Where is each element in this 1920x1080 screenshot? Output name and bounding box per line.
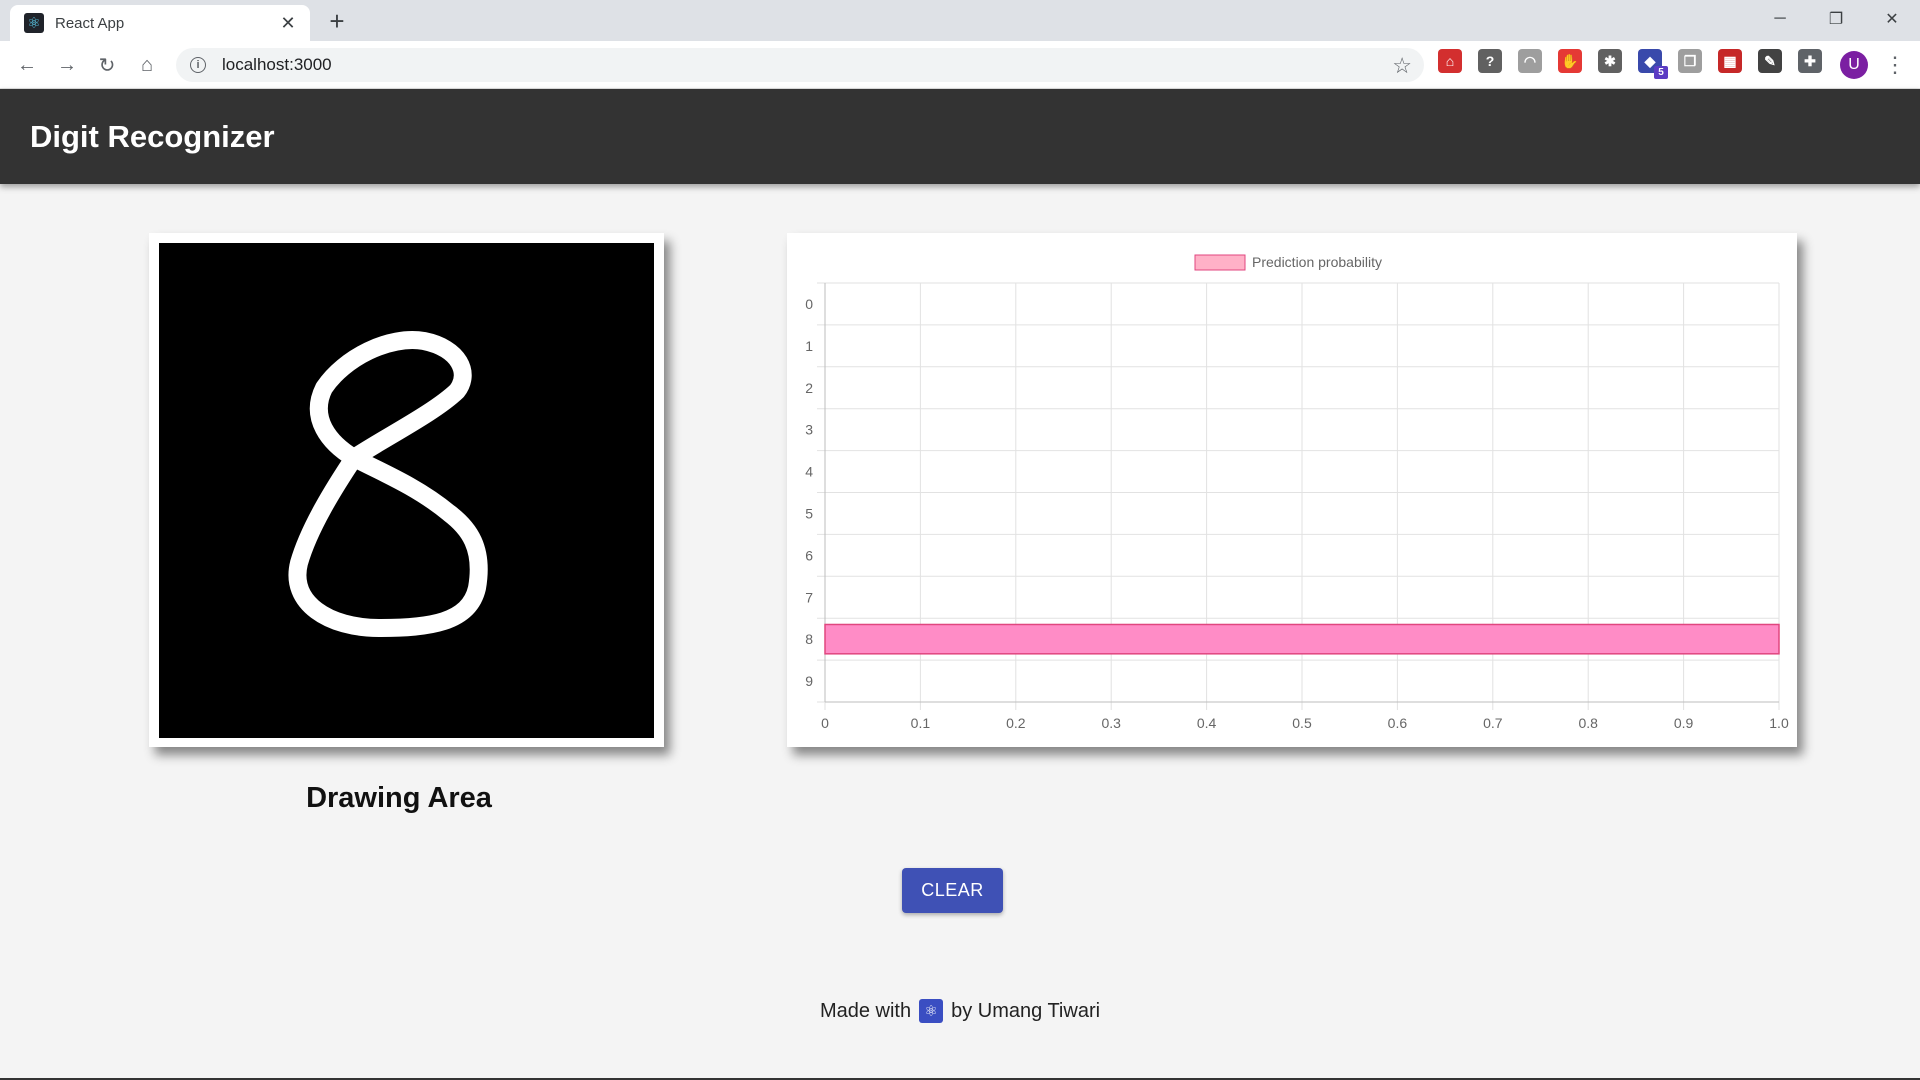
y-tick-label: 1 (805, 338, 813, 354)
x-tick-label: 0.9 (1674, 715, 1694, 731)
y-tick-label: 9 (805, 673, 813, 689)
handwritten-digit-drawing (288, 331, 488, 637)
graduation-cap-icon[interactable]: ◆ 5 (1638, 49, 1668, 79)
browser-tab[interactable]: ⚛ React App ✕ (10, 5, 310, 41)
close-tab-icon[interactable]: ✕ (278, 13, 298, 34)
x-tick-label: 0.5 (1292, 715, 1312, 731)
x-tick-label: 0.4 (1197, 715, 1217, 731)
window-controls: ─ ❐ ✕ (1752, 0, 1920, 38)
x-tick-label: 0.8 (1578, 715, 1598, 731)
y-tick-label: 2 (805, 380, 813, 396)
browser-tab-strip: ⚛ React App ✕ + ─ ❐ ✕ (0, 0, 1920, 41)
app-header: Digit Recognizer (0, 89, 1920, 184)
react-atom-icon: ⚛ (24, 13, 44, 33)
back-icon[interactable]: ← (13, 51, 41, 79)
bar-digit-8 (824, 623, 1780, 655)
close-window-icon[interactable]: ✕ (1864, 0, 1920, 38)
browser-toolbar: ← → ↻ ⌂ i localhost:3000 ☆ ⌂? ◠ ✋ ✱ ◆ 5 ❐ ▦ ✎ ✚ U… (0, 41, 1920, 89)
y-tick-label: 0 (805, 296, 813, 312)
bug-icon[interactable]: ✱ (1598, 49, 1622, 73)
legend-swatch (1194, 254, 1246, 271)
adblock-icon[interactable]: ✋ (1558, 49, 1582, 73)
site-info-icon[interactable]: i (190, 57, 206, 73)
y-tick-label: 4 (805, 464, 813, 480)
y-tick-label: 7 (805, 589, 813, 605)
url-text: localhost:3000 (222, 55, 332, 74)
x-tick-label: 0.6 (1388, 715, 1408, 731)
y-tick-label: 6 (805, 547, 813, 563)
legend-label: Prediction probability (1252, 254, 1382, 270)
footer-author: by Umang Tiwari (951, 999, 1101, 1022)
home-icon[interactable]: ⌂ (133, 51, 161, 79)
image-extension-icon[interactable]: ▦ (1718, 49, 1742, 73)
y-tick-label: 5 (805, 505, 813, 521)
react-atom-icon: ⚛ (919, 999, 944, 1023)
new-tab-button[interactable]: + (325, 6, 349, 37)
extensions-row: ⌂? ◠ ✋ ✱ ◆ 5 ❐ ▦ ✎ ✚ (1438, 49, 1838, 79)
help-extension-icon[interactable]: ? (1478, 49, 1502, 73)
minimize-icon[interactable]: ─ (1752, 0, 1808, 38)
footer-prefix: Made with (819, 999, 912, 1022)
prediction-chart: Prediction probability 0 0.1 0.2 0.3 0.4 0.5 0.… (805, 254, 1789, 731)
copy-icon[interactable]: ❐ (1678, 49, 1702, 73)
pdf-icon[interactable]: ⌂ (1438, 49, 1462, 73)
y-tick-label: 8 (805, 631, 813, 647)
forward-icon[interactable]: → (53, 51, 81, 79)
clear-button[interactable]: CLEAR (902, 868, 1003, 913)
x-tick-label: 1.0 (1769, 715, 1789, 731)
x-tick-label: 0 (821, 715, 829, 731)
restore-icon[interactable]: ❐ (1808, 0, 1864, 38)
footer: Made with ⚛ by Umang Tiwari (0, 999, 1920, 1023)
extension-badge: 5 (1654, 66, 1668, 79)
bookmark-star-icon[interactable]: ☆ (1392, 53, 1412, 79)
x-tick-label: 0.7 (1483, 715, 1503, 731)
prediction-chart-card: Prediction probability 0 0.1 0.2 0.3 0.4 0.5 0.… (787, 233, 1797, 747)
drawing-card (149, 233, 664, 747)
more-menu-icon[interactable]: ⋮ (1884, 51, 1906, 79)
app-title: Digit Recognizer (30, 119, 275, 154)
drawing-canvas[interactable] (159, 243, 654, 738)
y-tick-label: 3 (805, 422, 813, 438)
puzzle-icon[interactable]: ✚ (1798, 49, 1822, 73)
profile-avatar[interactable]: U (1840, 51, 1868, 79)
x-tick-label: 0.2 (1006, 715, 1026, 731)
headphones-icon[interactable]: ◠ (1518, 49, 1542, 73)
address-bar[interactable]: i localhost:3000 ☆ (176, 48, 1424, 82)
x-tick-label: 0.1 (911, 715, 931, 731)
reload-icon[interactable]: ↻ (93, 51, 121, 79)
eyedropper-icon[interactable]: ✎ (1758, 49, 1782, 73)
drawing-area-label: Drawing Area (306, 782, 492, 814)
x-tick-label: 0.3 (1101, 715, 1121, 731)
tab-title: React App (55, 14, 125, 32)
